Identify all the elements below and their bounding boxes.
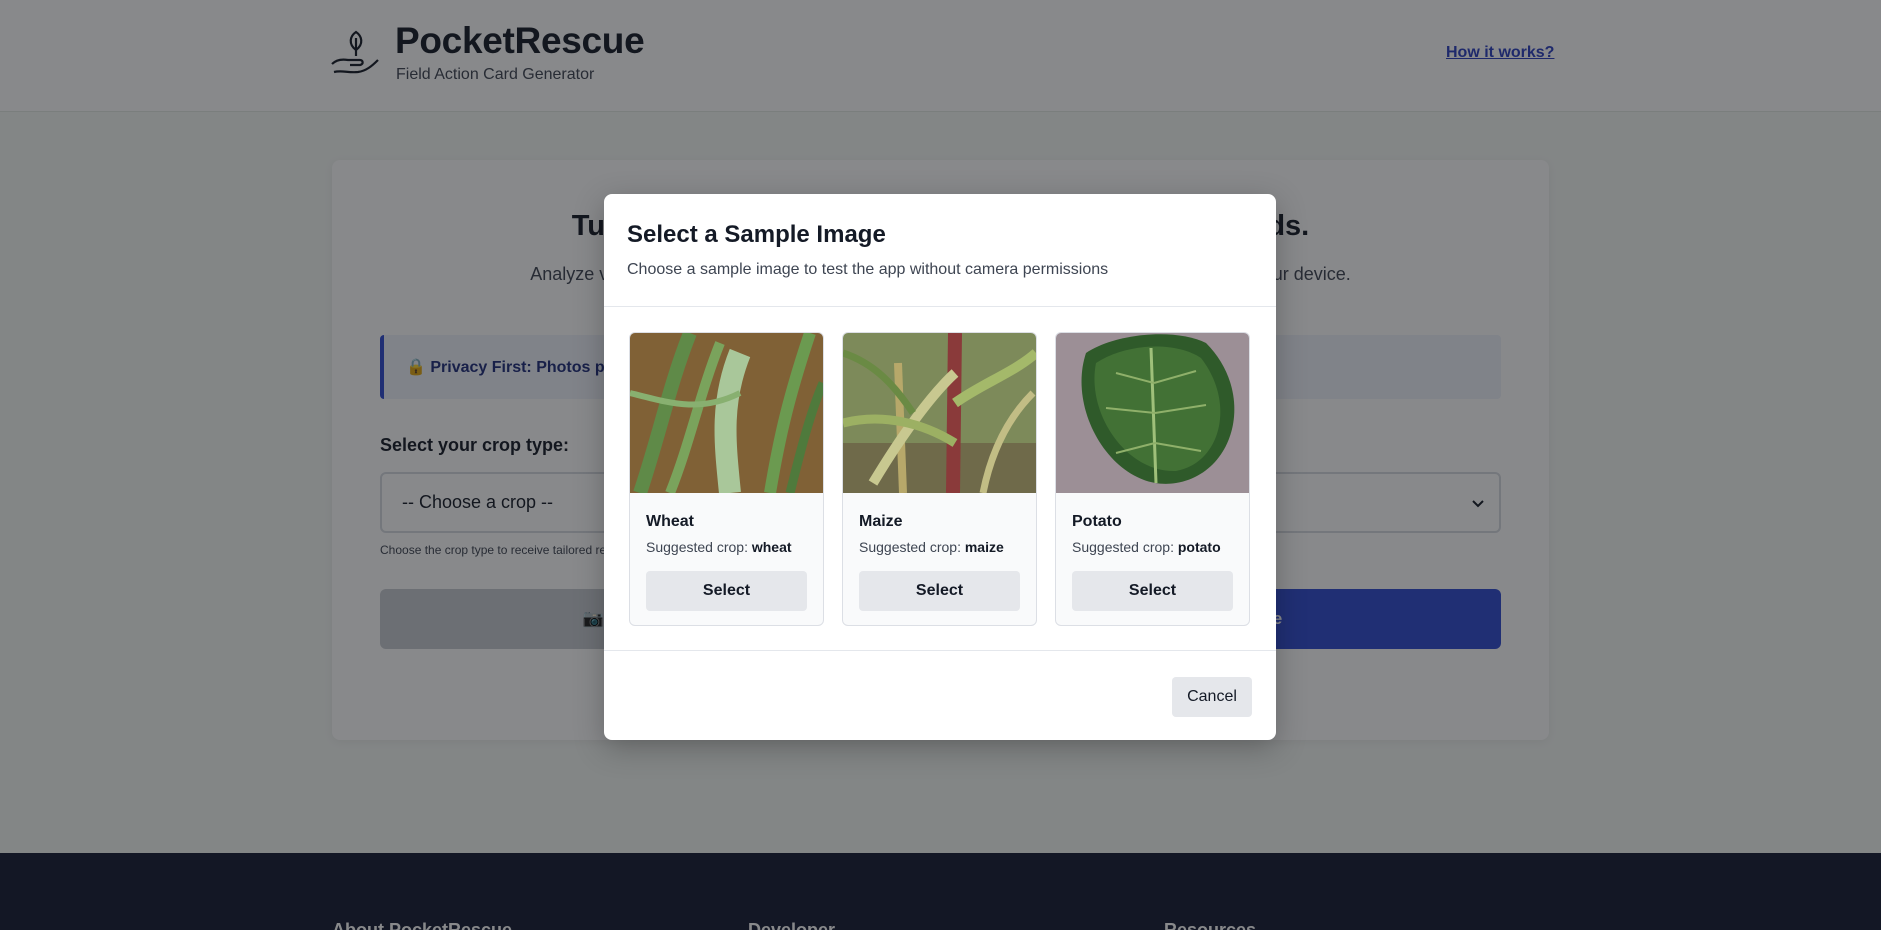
sample-card-wheat: Wheat Suggested crop: wheat Select [629,332,824,626]
cancel-label: Cancel [1187,688,1237,705]
sample-name: Maize [859,513,903,530]
potato-sample-image [1056,333,1249,493]
select-label: Select [1128,582,1177,599]
modal-subtitle: Choose a sample image to test the app wi… [627,261,1109,278]
sample-card-maize: Maize Suggested crop: maize Select [842,332,1037,626]
sample-crop: Suggested crop: maize [859,539,1004,555]
modal-title: Select a Sample Image [627,221,886,248]
select-label: Select [702,582,751,599]
sample-crop: Suggested crop: wheat [646,539,792,555]
select-label: Select [915,582,964,599]
modal-divider [604,306,1276,307]
select-wheat-button[interactable]: Select [646,571,807,611]
sample-card-potato: Potato Suggested crop: potato Select [1055,332,1250,626]
modal-footer-divider [604,650,1276,651]
sample-image-modal: Select a Sample Image Choose a sample im… [604,194,1276,740]
cancel-button[interactable]: Cancel [1172,677,1252,717]
sample-name: Potato [1072,513,1122,530]
sample-name: Wheat [646,513,694,530]
select-potato-button[interactable]: Select [1072,571,1233,611]
maize-sample-image [843,333,1036,493]
select-maize-button[interactable]: Select [859,571,1020,611]
wheat-sample-image [630,333,823,493]
sample-crop: Suggested crop: potato [1072,539,1221,555]
